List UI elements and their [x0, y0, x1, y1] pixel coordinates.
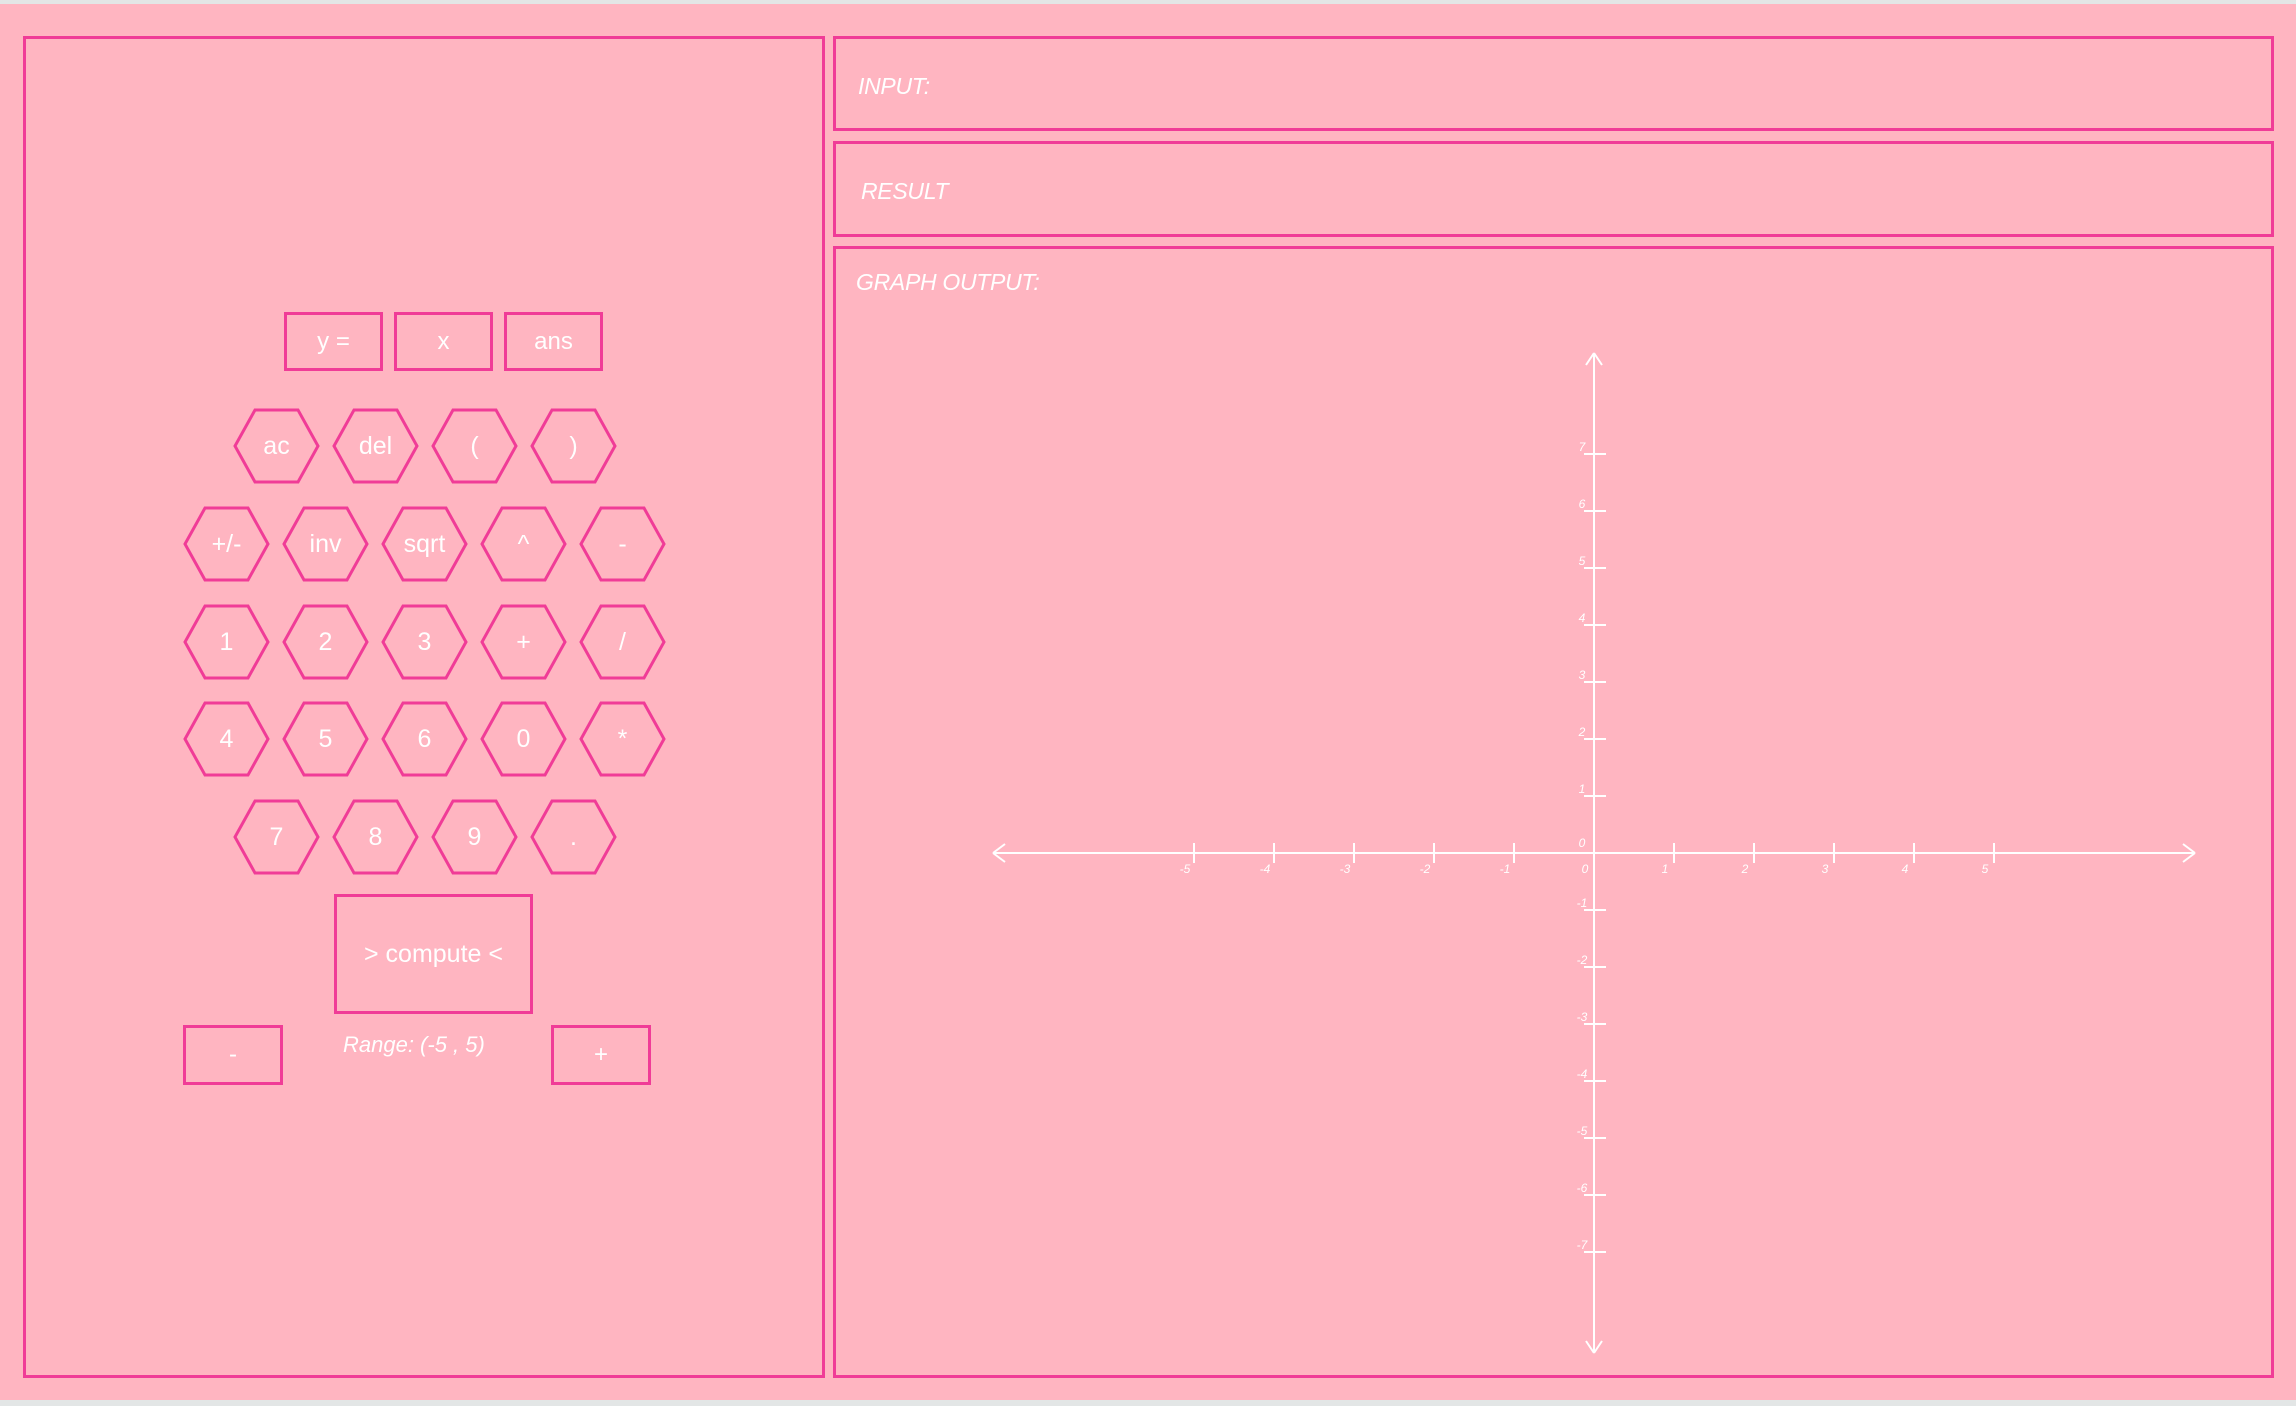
y-tick-label: -1: [1577, 896, 1588, 910]
digit-4-key[interactable]: 4: [183, 701, 270, 777]
multiply-key[interactable]: *: [579, 701, 666, 777]
decimal-key[interactable]: .: [530, 799, 617, 875]
key-label: ): [569, 431, 578, 460]
key-label: *: [617, 724, 628, 753]
x-tick-label: -2: [1420, 862, 1431, 876]
digit-5-key[interactable]: 5: [282, 701, 369, 777]
sqrt-key[interactable]: sqrt: [381, 506, 468, 582]
x-tick-label: 2: [1741, 862, 1749, 876]
digit-9-key[interactable]: 9: [431, 799, 518, 875]
divide-key[interactable]: /: [579, 604, 666, 680]
y-tick-label: 4: [1579, 611, 1586, 625]
key-label: +/-: [211, 529, 242, 558]
y-axis-arrow-bottom: [1585, 1340, 1595, 1354]
y-axis-arrow-top: [1585, 352, 1595, 366]
y-tick-label: 3: [1579, 668, 1586, 682]
x-tick-label: -4: [1260, 862, 1271, 876]
key-label: 4: [219, 724, 234, 753]
digit-2-key[interactable]: 2: [282, 604, 369, 680]
close-paren-key[interactable]: ): [530, 408, 617, 484]
all-clear-key[interactable]: ac: [233, 408, 320, 484]
digit-7-key[interactable]: 7: [233, 799, 320, 875]
key-label: .: [570, 822, 577, 851]
x-tick-label: 0: [1582, 862, 1589, 876]
key-label: 2: [318, 627, 333, 656]
y-axis-arrow-top: [1593, 352, 1603, 366]
key-label: del: [358, 431, 393, 460]
key-label: 6: [417, 724, 432, 753]
y-tick-label: 7: [1579, 440, 1587, 454]
digit-0-key[interactable]: 0: [480, 701, 567, 777]
key-label: 5: [318, 724, 333, 753]
x-tick-label: 3: [1822, 862, 1829, 876]
key-label: 1: [219, 627, 234, 656]
y-tick-label: 2: [1578, 725, 1586, 739]
digit-6-key[interactable]: 6: [381, 701, 468, 777]
x-axis-arrow-left: [992, 843, 1006, 854]
key-label: /: [619, 627, 626, 656]
delete-key[interactable]: del: [332, 408, 419, 484]
x-tick-label: 5: [1982, 862, 1989, 876]
x-tick-label: -3: [1340, 862, 1351, 876]
digit-8-key[interactable]: 8: [332, 799, 419, 875]
digit-3-key[interactable]: 3: [381, 604, 468, 680]
key-label: -: [618, 529, 627, 558]
y-tick-label: -4: [1577, 1067, 1588, 1081]
key-label: sqrt: [403, 529, 446, 558]
key-label: 7: [269, 822, 284, 851]
y-axis-arrow-bottom: [1593, 1340, 1603, 1354]
y-tick-label: -6: [1577, 1181, 1588, 1195]
y-tick-label: -3: [1577, 1010, 1588, 1024]
inverse-key[interactable]: inv: [282, 506, 369, 582]
x-tick-label: -5: [1180, 862, 1191, 876]
key-label: 8: [368, 822, 383, 851]
x-axis-arrow-right: [2182, 852, 2196, 863]
digit-1-key[interactable]: 1: [183, 604, 270, 680]
open-paren-key[interactable]: (: [431, 408, 518, 484]
key-label: inv: [309, 529, 342, 558]
x-tick-label: 4: [1902, 862, 1909, 876]
plus-key[interactable]: +: [480, 604, 567, 680]
key-label: +: [516, 627, 531, 656]
x-axis-arrow-right: [2182, 843, 2196, 854]
key-label: ^: [517, 529, 530, 558]
negate-key[interactable]: +/-: [183, 506, 270, 582]
x-axis-arrow-left: [992, 852, 1006, 863]
y-tick-label: 1: [1579, 782, 1586, 796]
key-label: 3: [417, 627, 432, 656]
key-label: ac: [263, 431, 290, 460]
y-tick-label: 0: [1579, 836, 1586, 850]
minus-key[interactable]: -: [579, 506, 666, 582]
y-tick-label: -5: [1577, 1124, 1588, 1138]
y-tick-label: -2: [1577, 953, 1588, 967]
key-label: (: [470, 431, 479, 460]
y-tick-label: 5: [1579, 554, 1586, 568]
y-tick-label: -7: [1577, 1238, 1589, 1252]
key-label: 9: [467, 822, 482, 851]
x-tick-label: 1: [1662, 862, 1669, 876]
key-label: 0: [516, 724, 531, 753]
y-tick-label: 6: [1579, 497, 1586, 511]
calculator-app: y = x ans > compute < - Range: (-5 , 5) …: [0, 4, 2296, 1400]
power-key[interactable]: ^: [480, 506, 567, 582]
x-tick-label: -1: [1500, 862, 1511, 876]
